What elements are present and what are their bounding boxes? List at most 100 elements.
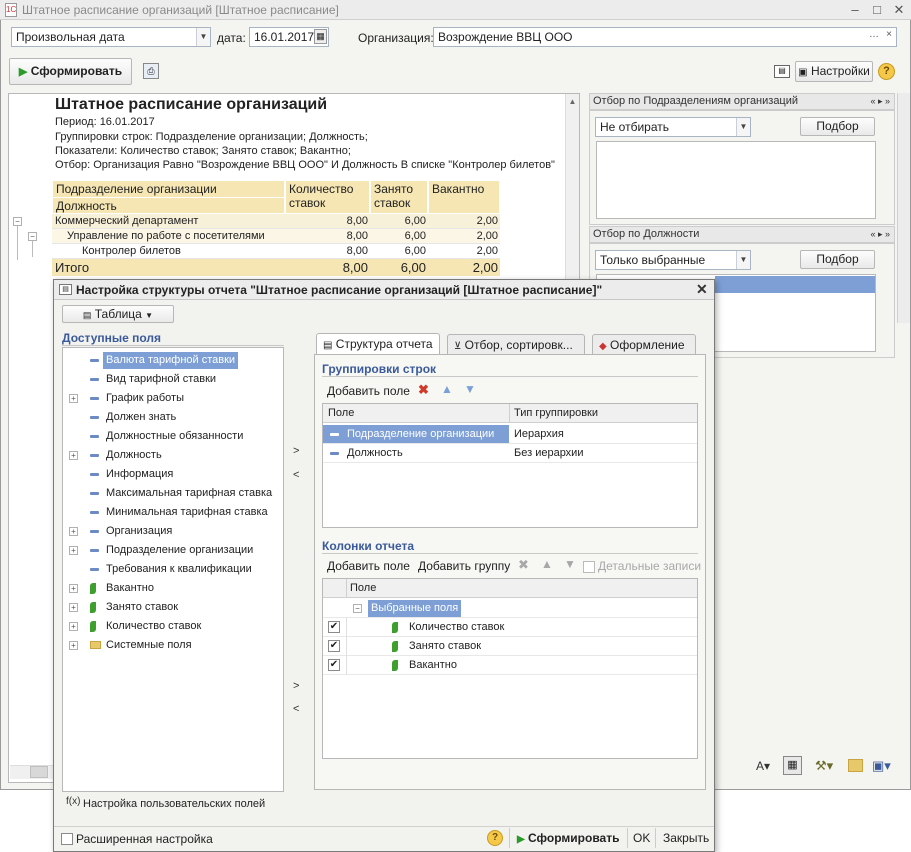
tab-structure[interactable]: ▤ Структура отчета [316,333,440,355]
close-button[interactable]: Закрыть [663,831,709,845]
help-icon[interactable]: ? [487,830,503,846]
table-row[interactable]: Должность Без иерархии [323,444,697,463]
filter-pos-pick-button[interactable]: Подбор [800,250,875,269]
tree-item[interactable]: + График работы [66,389,282,408]
move-down-icon[interactable]: ▼ [564,557,576,571]
hscroll-thumb[interactable] [30,766,48,778]
table-view-icon[interactable]: ▤ [774,65,790,78]
divider [346,579,347,598]
tree-item[interactable]: Максимальная тарифная ставка [66,484,282,503]
column-checkbox[interactable]: ✔ [328,621,340,633]
expand-icon[interactable]: + [69,546,78,555]
tree-item[interactable]: + Системные поля [66,636,282,655]
organization-field[interactable]: Возрождение ВВЦ ООО [433,27,897,47]
calendar-icon[interactable]: ▦ [314,29,327,44]
view-mode-button[interactable]: ▤ Таблица ▼ [62,305,174,323]
move-up-icon[interactable]: ▲ [441,382,453,396]
minimize-icon[interactable]: ‒ [844,2,866,18]
grid-icon[interactable]: ▦ [783,756,802,775]
delete-icon[interactable]: ✖ [418,382,429,398]
detail-records-checkbox[interactable] [583,559,595,573]
ellipsis-icon[interactable]: … [867,29,881,45]
add-field-button[interactable]: Добавить поле [327,384,410,398]
tree-item[interactable]: + Организация [66,522,282,541]
tree-item[interactable]: + Занято ставок [66,598,282,617]
filter-dept-pick-button[interactable]: Подбор [800,117,875,136]
move-right-button[interactable]: > [293,445,299,457]
extended-settings-checkbox[interactable] [61,831,73,845]
move-left-button[interactable]: < [293,703,299,715]
move-left-button[interactable]: < [293,469,299,481]
move-right-button[interactable]: > [293,680,299,692]
column-checkbox[interactable]: ✔ [328,640,340,652]
tree-item[interactable]: Вид тарифной ставки [66,370,282,389]
dialog-form-button[interactable]: ▶ Сформировать [517,831,619,845]
chevron-down-icon[interactable]: ▼ [196,28,210,46]
play-icon: ▶ [18,66,28,78]
collapse-icon[interactable]: − [353,604,362,613]
folder-icon[interactable] [848,759,863,772]
chevron-down-icon[interactable]: ▼ [736,118,750,136]
move-up-icon[interactable]: ▲ [541,557,553,571]
tree-item[interactable]: Минимальная тарифная ставка [66,503,282,522]
tab-filter-sort[interactable]: ⊻ Отбор, сортировк... [447,334,585,354]
close-icon[interactable]: ✕ [888,2,910,18]
dialog-close-icon[interactable]: ✕ [696,281,708,298]
panel-arrows-icon[interactable]: « ▸ » [870,94,890,109]
side-scrollbar[interactable] [897,93,910,323]
period-type-select[interactable]: Произвольная дата [11,27,211,47]
font-icon[interactable]: A▾ [756,759,770,773]
collapse-icon[interactable]: − [28,232,37,241]
print-icon[interactable]: ⎙ [143,63,159,79]
tree-item-label: Системные поля [106,639,192,651]
tree-item[interactable]: Должен знать [66,408,282,427]
tree-item[interactable]: Должностные обязанности [66,427,282,446]
maximize-icon[interactable]: □ [866,2,888,18]
move-down-icon[interactable]: ▼ [464,382,476,396]
add-field-button[interactable]: Добавить поле [327,559,410,573]
expand-icon[interactable]: + [69,451,78,460]
table-row[interactable]: ✔ Количество ставок [323,618,697,637]
tree-item[interactable]: Информация [66,465,282,484]
tree-item[interactable]: Валюта тарифной ставки [66,351,282,370]
tree-item[interactable]: + Количество ставок [66,617,282,636]
expand-icon[interactable]: + [69,527,78,536]
save-icon[interactable]: ▣▾ [872,758,891,774]
filter-pos-select[interactable]: Только выбранные [595,250,751,270]
expand-icon[interactable]: + [69,622,78,631]
selected-fields-row[interactable]: − Выбранные поля [323,599,697,618]
table-row[interactable]: ✔ Вакантно [323,656,697,675]
column-checkbox[interactable]: ✔ [328,659,340,671]
tab-design[interactable]: ◆ Оформление [592,334,696,354]
field-icon [330,452,339,455]
table-row[interactable]: Подразделение организации Иерархия [323,425,697,444]
settings-button[interactable]: ▣ Настройки [795,61,873,82]
tree-item[interactable]: Требования к квалификации [66,560,282,579]
delete-icon[interactable]: ✖ [518,557,529,573]
custom-fields-link[interactable]: Настройка пользовательских полей [83,798,265,810]
table-row[interactable]: ✔ Занято ставок [323,637,697,656]
tools-icon[interactable]: ⚒▾ [815,758,833,774]
expand-icon[interactable]: + [69,603,78,612]
help-icon[interactable]: ? [878,63,895,80]
chevron-down-icon[interactable]: ▼ [736,251,750,269]
tree-item[interactable]: + Должность [66,446,282,465]
tree-item[interactable]: + Подразделение организации [66,541,282,560]
filter-dept-list[interactable] [596,141,876,219]
divider [346,656,347,675]
collapse-icon[interactable]: − [13,217,22,226]
header-department-label: Подразделение организации [56,182,217,196]
divider [509,828,510,848]
expand-icon[interactable]: + [69,394,78,403]
add-group-button[interactable]: Добавить группу [418,559,510,573]
filter-dept-select[interactable]: Не отбирать [595,117,751,137]
clear-icon[interactable]: × [882,29,896,45]
ok-button[interactable]: OK [633,831,650,845]
panel-arrows-icon[interactable]: « ▸ » [870,227,890,242]
scroll-up-icon[interactable]: ▲ [567,97,578,108]
expand-icon[interactable]: + [69,641,78,650]
tree-item[interactable]: + Вакантно [66,579,282,598]
filter-pos-selected-row[interactable] [715,276,875,293]
expand-icon[interactable]: + [69,584,78,593]
form-report-button[interactable]: ▶ Сформировать [9,58,132,85]
